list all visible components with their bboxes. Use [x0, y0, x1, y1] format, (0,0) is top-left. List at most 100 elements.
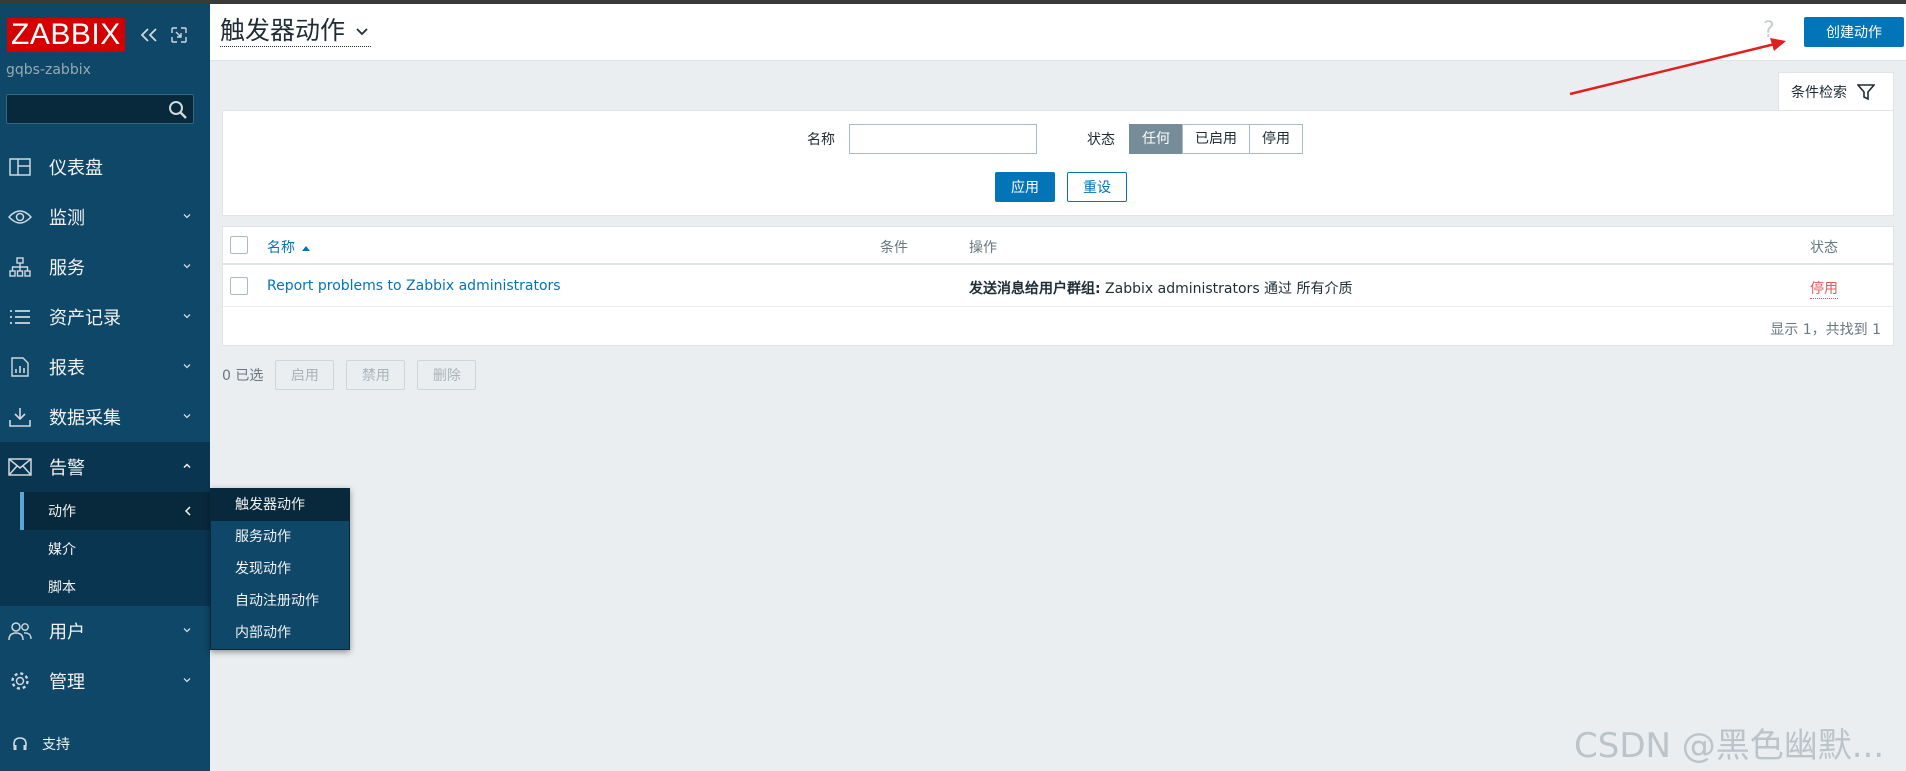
table-row: Report problems to Zabbix administrators…	[223, 267, 1893, 307]
column-header-operations: 操作	[969, 240, 997, 256]
flyout-item-discovery-actions[interactable]: 发现动作	[211, 553, 349, 585]
eye-icon	[7, 206, 33, 228]
menu-item-support[interactable]: 支持	[0, 724, 210, 764]
actions-table: 名称 条件 操作 状态 Report problems to Zabbix ad…	[222, 226, 1894, 346]
select-all-checkbox[interactable]	[230, 236, 248, 254]
users-icon	[7, 620, 33, 642]
search-input[interactable]	[7, 95, 157, 123]
column-header-status: 状态	[1810, 240, 1838, 256]
column-header-conditions: 条件	[880, 240, 908, 256]
menu-label: 监测	[49, 208, 85, 229]
page-title-dropdown[interactable]: 触发器动作	[220, 16, 372, 47]
chevron-down-icon	[356, 28, 368, 36]
menu-item-alerts[interactable]: 告警	[0, 442, 210, 492]
flyout-item-autoregistration-actions[interactable]: 自动注册动作	[211, 585, 349, 617]
submenu-item-media[interactable]: 媒介	[20, 530, 210, 568]
status-segmented-control: 任何 已启用 停用	[1129, 124, 1303, 154]
gear-icon	[7, 670, 33, 692]
status-option-any[interactable]: 任何	[1129, 124, 1183, 154]
create-action-button[interactable]: 创建动作	[1804, 17, 1904, 47]
envelope-icon	[7, 456, 33, 478]
hierarchy-icon	[7, 256, 33, 278]
menu-label: 管理	[49, 672, 85, 693]
menu-item-services[interactable]: 服务	[0, 242, 210, 292]
menu-item-reports[interactable]: 报表	[0, 342, 210, 392]
download-icon	[7, 406, 33, 428]
submenu-item-actions[interactable]: 动作	[20, 492, 210, 530]
name-filter-input[interactable]	[849, 124, 1037, 154]
chevron-down-icon	[183, 414, 191, 419]
sidebar: ZABBIX gqbs-zabbix 仪表盘 监测 服务 资产记录 报表 数据采…	[0, 4, 210, 771]
apply-filter-button[interactable]: 应用	[995, 172, 1055, 202]
page-title: 触发器动作	[220, 16, 346, 45]
table-header: 名称 条件 操作 状态	[223, 227, 1893, 265]
headset-icon	[12, 736, 28, 752]
submenu-label: 动作	[48, 504, 76, 520]
enable-button[interactable]: 启用	[275, 360, 335, 390]
chevron-down-icon	[183, 364, 191, 369]
chevron-down-icon	[183, 314, 191, 319]
menu-label: 报表	[49, 358, 85, 379]
chevron-down-icon	[183, 628, 191, 633]
filter-panel: 名称 状态 任何 已启用 停用 应用 重设	[222, 110, 1894, 216]
kiosk-mode-icon[interactable]	[168, 23, 190, 47]
menu-item-monitoring[interactable]: 监测	[0, 192, 210, 242]
reset-filter-button[interactable]: 重设	[1067, 172, 1127, 202]
collapse-sidebar-icon[interactable]	[138, 23, 160, 47]
search-icon[interactable]	[167, 99, 189, 121]
flyout-item-internal-actions[interactable]: 内部动作	[211, 617, 349, 649]
chevron-left-icon	[184, 506, 191, 516]
chevron-down-icon	[183, 264, 191, 269]
status-toggle-link[interactable]: 停用	[1810, 278, 1838, 299]
watermark: CSDN @黑色幽默...	[1574, 726, 1885, 766]
alerts-submenu: 动作 媒介 脚本	[0, 492, 210, 606]
status-option-enabled[interactable]: 已启用	[1182, 124, 1250, 154]
flyout-item-service-actions[interactable]: 服务动作	[211, 521, 349, 553]
bulk-actions-bar: 0 已选 启用 禁用 删除	[222, 360, 488, 390]
menu-label: 资产记录	[49, 308, 121, 329]
sidebar-search	[6, 94, 194, 124]
menu-label: 仪表盘	[49, 158, 103, 179]
row-checkbox[interactable]	[230, 277, 248, 295]
action-operations: 发送消息给用户群组: Zabbix administrators 通过 所有介质	[969, 278, 1353, 298]
menu-item-inventory[interactable]: 资产记录	[0, 292, 210, 342]
help-icon[interactable]: ?	[1763, 18, 1775, 43]
chevron-down-icon	[183, 678, 191, 683]
menu-item-dashboard[interactable]: 仪表盘	[0, 142, 210, 192]
name-filter-label: 名称	[807, 132, 835, 148]
chevron-down-icon	[183, 214, 191, 219]
server-name: gqbs-zabbix	[6, 62, 91, 78]
menu-label: 用户	[49, 622, 85, 643]
actions-flyout-menu: 触发器动作 服务动作 发现动作 自动注册动作 内部动作	[210, 488, 350, 650]
menu-label: 数据采集	[49, 408, 121, 429]
filter-tab-label: 条件检索	[1791, 84, 1847, 101]
flyout-item-trigger-actions[interactable]: 触发器动作	[211, 489, 349, 521]
table-summary: 显示 1，共找到 1	[1770, 322, 1881, 338]
delete-button[interactable]: 删除	[417, 360, 477, 390]
window-top-strip	[0, 0, 1906, 4]
column-header-label: 名称	[267, 240, 295, 256]
dashboard-icon	[7, 156, 33, 178]
filter-icon	[1857, 83, 1875, 100]
operation-text: Zabbix administrators 通过 所有介质	[1100, 281, 1353, 297]
menu-item-administration[interactable]: 管理	[0, 656, 210, 706]
menu-item-users[interactable]: 用户	[0, 606, 210, 656]
submenu-label: 媒介	[48, 542, 76, 558]
operation-prefix: 发送消息给用户群组:	[969, 281, 1101, 297]
action-name-link[interactable]: Report problems to Zabbix administrators	[267, 278, 561, 294]
menu-label: 告警	[49, 458, 85, 479]
menu-label: 支持	[42, 737, 70, 753]
page-header: 触发器动作 ? 创建动作	[210, 4, 1906, 61]
menu-item-data-collection[interactable]: 数据采集	[0, 392, 210, 442]
status-option-disabled[interactable]: 停用	[1249, 124, 1303, 154]
submenu-item-scripts[interactable]: 脚本	[20, 568, 210, 606]
status-filter-label: 状态	[1087, 132, 1115, 148]
disable-button[interactable]: 禁用	[346, 360, 406, 390]
filter-tab[interactable]: 条件检索	[1778, 72, 1894, 110]
zabbix-logo[interactable]: ZABBIX	[7, 18, 125, 52]
list-icon	[7, 306, 33, 328]
sort-ascending-icon	[302, 246, 311, 251]
main-menu: 仪表盘 监测 服务 资产记录 报表 数据采集 告警 动作 媒介 脚本 用户 管理	[0, 142, 210, 706]
column-header-name[interactable]: 名称	[267, 237, 311, 257]
selected-count: 0 已选	[222, 368, 264, 384]
